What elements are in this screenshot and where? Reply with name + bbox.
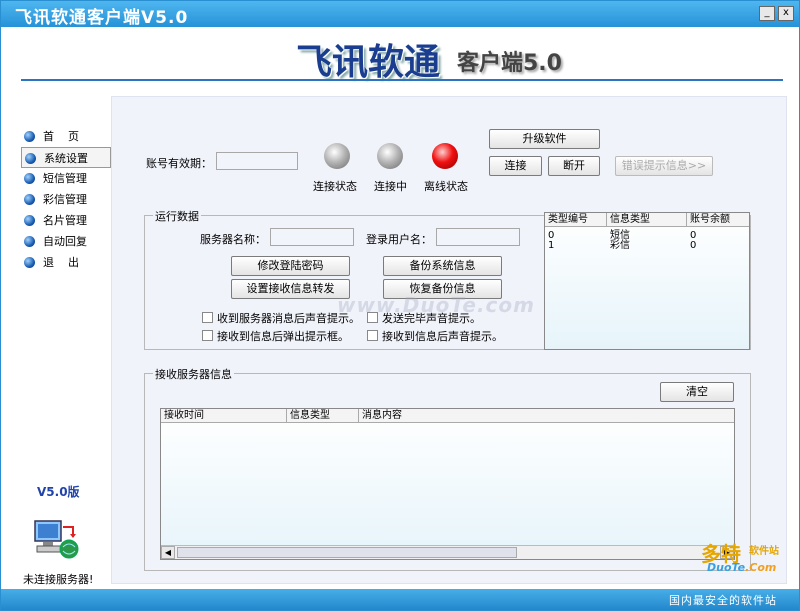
nav-bullet-icon (24, 131, 35, 142)
column-header[interactable]: 信息类型 (607, 213, 687, 227)
set-forward-button[interactable]: 设置接收信息转发 (231, 279, 350, 299)
version-label: V5.0版 (37, 485, 80, 499)
brand-url: DuoTe.Com (707, 561, 776, 574)
receive-grid-header: 接收时间 信息类型 消息内容 (161, 409, 734, 423)
receive-info-title: 接收服务器信息 (153, 366, 234, 382)
receive-grid[interactable]: 接收时间 信息类型 消息内容 ◀ ▶ (160, 408, 735, 560)
sidebar-item-label: 退 出 (43, 256, 79, 269)
column-header[interactable]: 信息类型 (287, 409, 359, 423)
sidebar-item-autoreply[interactable]: 自动回复 (21, 231, 111, 252)
column-header[interactable]: 接收时间 (161, 409, 287, 423)
brand-url-a: DuoTe (707, 561, 746, 574)
brand-url-b: .Com (745, 561, 777, 574)
connected-led-label: 连接状态 (313, 180, 357, 193)
footer-text: 国内最安全的软件站 (669, 594, 777, 607)
account-grid-header: 类型编号 信息类型 账号余额 (545, 213, 749, 227)
nav-bullet-icon (24, 194, 35, 205)
sidebar-nav: 首 页 系统设置 短信管理 彩信管理 名片管理 自动回复 退 出 (21, 126, 111, 273)
close-button[interactable]: x (778, 6, 794, 21)
connecting-led-icon (377, 143, 403, 169)
grid-cell: 1 (548, 240, 555, 251)
receive-sound-checkbox[interactable] (367, 330, 378, 341)
login-user-label: 登录用户名： (366, 233, 432, 246)
logo-subtitle: 客户端5.0 (457, 51, 562, 76)
connecting-led-label: 连接中 (374, 180, 407, 193)
watermark-text: www.DuoTe.com (337, 293, 535, 317)
server-name-label: 服务器名称： (200, 233, 266, 246)
validity-label: 账号有效期： (146, 157, 212, 170)
logo-title: 飞讯软通 (296, 42, 441, 83)
popup-label: 接收到信息后弹出提示框。 (217, 330, 349, 343)
error-info-button[interactable]: 错误提示信息>> (615, 156, 713, 176)
sidebar-item-label: 自动回复 (43, 235, 87, 248)
sidebar-item-label: 短信管理 (43, 172, 87, 185)
nav-bullet-icon (24, 173, 35, 184)
sidebar-item-label: 系统设置 (44, 152, 88, 165)
nav-bullet-icon (24, 236, 35, 247)
login-user-field[interactable] (436, 228, 520, 246)
disconnect-button[interactable]: 断开 (548, 156, 600, 176)
sidebar-item-label: 首 页 (43, 130, 79, 143)
offline-led-label: 离线状态 (424, 180, 468, 193)
receive-sound-label: 接收到信息后声音提示。 (382, 330, 503, 343)
server-sound-checkbox[interactable] (202, 312, 213, 323)
network-computer-icon (34, 520, 79, 559)
sidebar-item-label: 彩信管理 (43, 193, 87, 206)
horizontal-scrollbar[interactable]: ◀ ▶ (161, 545, 734, 559)
grid-cell: 0 (690, 240, 697, 251)
upgrade-button[interactable]: 升级软件 (489, 129, 600, 149)
run-data-title: 运行数据 (153, 208, 201, 224)
logo-divider (21, 79, 783, 81)
title-bar: 飞讯软通客户端V5.0 _ x (1, 1, 799, 28)
connected-led-icon (324, 143, 350, 169)
sidebar-item-mms[interactable]: 彩信管理 (21, 189, 111, 210)
sidebar-item-exit[interactable]: 退 出 (21, 252, 111, 273)
sidebar-item-home[interactable]: 首 页 (21, 126, 111, 147)
nav-bullet-icon (24, 215, 35, 226)
footer-bar: 国内最安全的软件站 (1, 589, 799, 610)
sidebar-item-cards[interactable]: 名片管理 (21, 210, 111, 231)
sidebar-item-label: 名片管理 (43, 214, 87, 227)
column-header[interactable]: 账号余额 (687, 213, 751, 227)
change-password-button[interactable]: 修改登陆密码 (231, 256, 350, 276)
column-header[interactable]: 类型编号 (545, 213, 607, 227)
sidebar-item-sms[interactable]: 短信管理 (21, 168, 111, 189)
nav-bullet-icon (25, 153, 36, 164)
scroll-left-icon[interactable]: ◀ (161, 546, 175, 559)
clear-button[interactable]: 清空 (660, 382, 734, 402)
app-window: 飞讯软通客户端V5.0 _ x 飞讯软通 客户端5.0 首 页 系统设置 短信管… (0, 0, 800, 611)
server-name-field[interactable] (270, 228, 354, 246)
sidebar-item-settings[interactable]: 系统设置 (21, 147, 111, 168)
nav-bullet-icon (24, 257, 35, 268)
brand-sub: 软件站 (749, 546, 779, 557)
grid-cell: 彩信 (610, 240, 630, 251)
minimize-button[interactable]: _ (759, 6, 775, 21)
main-panel: 账号有效期： 连接状态 连接中 离线状态 升级软件 连接 断开 错误提示信息>>… (111, 96, 787, 584)
connect-button[interactable]: 连接 (489, 156, 542, 176)
popup-checkbox[interactable] (202, 330, 213, 341)
logo-banner: 飞讯软通 客户端5.0 (1, 27, 799, 91)
scroll-thumb[interactable] (177, 547, 517, 558)
window-title: 飞讯软通客户端V5.0 (15, 8, 189, 28)
offline-led-icon (432, 143, 458, 169)
validity-field[interactable] (216, 152, 298, 170)
column-header[interactable]: 消息内容 (359, 409, 736, 423)
connection-status-text: 未连接服务器! (23, 573, 94, 586)
account-grid[interactable]: 类型编号 信息类型 账号余额 0 短信 0 1 彩信 0 (544, 212, 750, 350)
backup-system-button[interactable]: 备份系统信息 (383, 256, 502, 276)
